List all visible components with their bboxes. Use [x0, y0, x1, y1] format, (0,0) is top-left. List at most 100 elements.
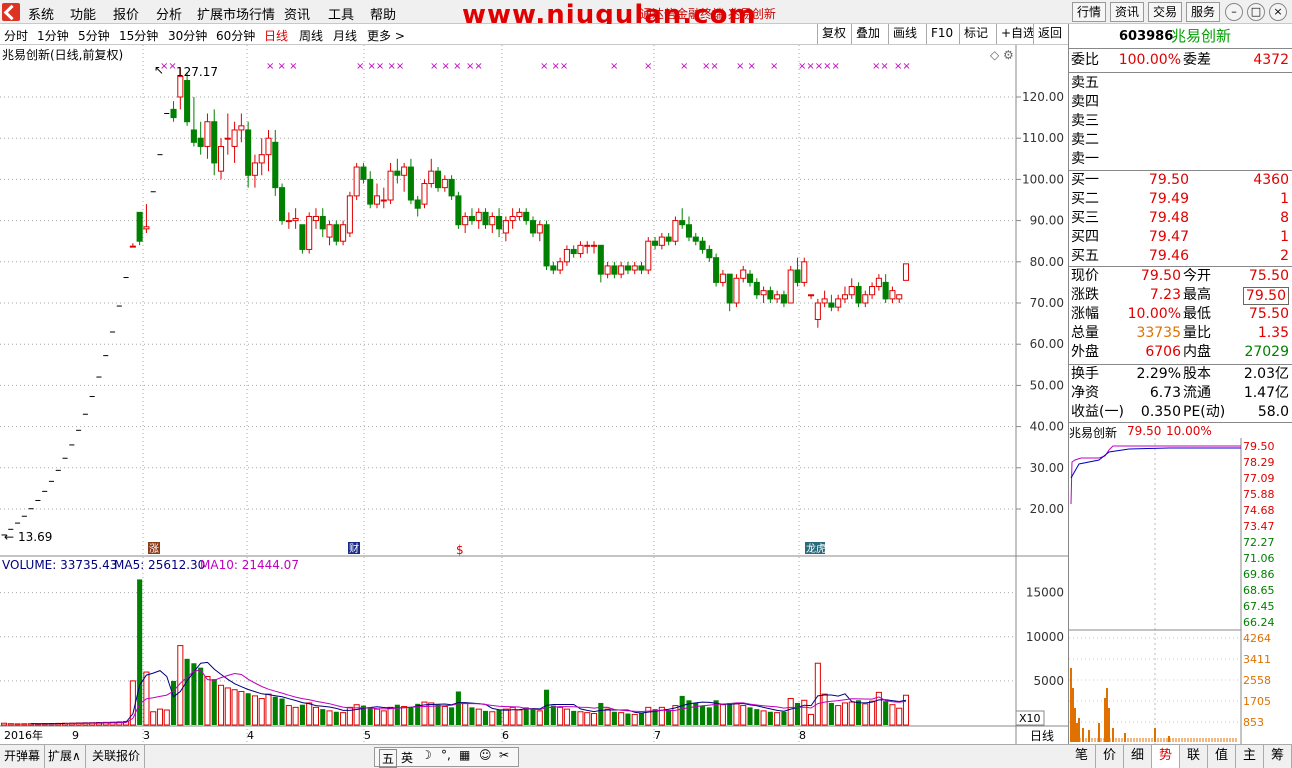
tab-info[interactable]: 资讯 — [1110, 2, 1145, 22]
kline-chart[interactable]: 兆易创新(日线,前复权) ◇ ⚙ 120.00 110.00 100.00 90.00… — [0, 45, 1068, 744]
settings-icon[interactable]: ⚙ — [1003, 48, 1014, 62]
volume-bar — [171, 680, 177, 725]
event-badge-finance-label: 财 — [349, 542, 359, 555]
candle-body — [543, 224, 550, 267]
period-5min[interactable]: 5分钟 — [78, 27, 110, 44]
order-row[interactable]: 卖一 — [1069, 150, 1292, 169]
volume-bar — [699, 705, 706, 725]
order-row[interactable]: 买四 79.47 1 — [1069, 228, 1292, 247]
menu-news[interactable]: 资讯 — [284, 4, 310, 23]
related-quote-button[interactable]: 关联报价 — [88, 745, 146, 768]
candle-body — [407, 166, 414, 201]
price-tick-label: 90.00 — [1030, 214, 1064, 228]
candle-body — [279, 187, 286, 222]
volume-bar — [571, 710, 577, 725]
period-monthly[interactable]: 月线 — [333, 27, 357, 44]
detail-tab[interactable]: 筹 — [1264, 745, 1292, 768]
tab-market[interactable]: 行情 — [1072, 2, 1107, 22]
candle-body — [577, 244, 584, 255]
volume-bar — [760, 710, 767, 726]
ime-mode[interactable]: 五 — [379, 749, 398, 768]
event-markers: ×× × × × × ×× ×× × × × ×× × ×× × × × ×× × × × ××××× ×… — [160, 61, 911, 72]
detail-tab[interactable]: 势 — [1152, 745, 1180, 768]
restore-icon[interactable]: □ — [1247, 3, 1265, 21]
danmaku-button[interactable]: 开弹幕 — [0, 745, 46, 768]
tools-icon[interactable]: ✂ — [499, 748, 509, 762]
diamond-icon[interactable]: ◇ — [990, 48, 1000, 62]
mark-button[interactable]: 标记 — [959, 24, 993, 44]
tab-trade[interactable]: 交易 — [1148, 2, 1183, 22]
detail-tab[interactable]: 联 — [1180, 745, 1208, 768]
quote-panel: 603986 兆易创新 委比 100.00% 委差 4372 卖五 卖四 卖三 卖二卖… — [1068, 24, 1292, 744]
moon-icon[interactable]: ☽ — [421, 748, 432, 762]
period-timeshare[interactable]: 分时 — [4, 27, 28, 44]
candle-body — [584, 244, 591, 247]
user-icon[interactable]: ☺ — [479, 748, 492, 762]
volume-bar — [787, 698, 794, 726]
detail-tab[interactable]: 值 — [1208, 745, 1236, 768]
period-30min[interactable]: 30分钟 — [168, 27, 207, 44]
mini-price-tick: 74.68 — [1243, 504, 1275, 517]
f10-button[interactable]: F10 — [926, 24, 958, 44]
detail-tab[interactable]: 主 — [1236, 745, 1264, 768]
period-15min[interactable]: 15分钟 — [119, 27, 158, 44]
candle-body — [380, 199, 387, 202]
volume-bar — [251, 695, 258, 726]
order-row[interactable]: 买二 79.49 1 — [1069, 190, 1292, 209]
detail-tab[interactable]: 细 — [1124, 745, 1152, 768]
menu-help[interactable]: 帮助 — [370, 4, 396, 23]
menu-system[interactable]: 系统 — [28, 4, 54, 23]
volume-bar — [625, 713, 631, 725]
period-daily[interactable]: 日线 — [264, 27, 288, 44]
ime-lang[interactable]: 英 — [401, 749, 413, 766]
volume-bar — [449, 707, 455, 725]
adjust-button[interactable]: 复权 — [817, 24, 851, 44]
candle-body — [618, 265, 625, 275]
volume-legend-ma10: MA10: 21444.07 — [200, 558, 299, 572]
signal-marker: × × — [736, 61, 756, 72]
detail-tab[interactable]: 价 — [1096, 745, 1124, 768]
candle-body — [862, 294, 869, 304]
menu-analysis[interactable]: 分析 — [156, 4, 182, 23]
period-weekly[interactable]: 周线 — [299, 27, 323, 44]
order-row[interactable]: 卖三 — [1069, 112, 1292, 131]
stock-name: 兆易创新 — [1171, 27, 1232, 45]
tab-service[interactable]: 服务 — [1186, 2, 1221, 22]
minimize-icon[interactable]: – — [1225, 3, 1243, 21]
candle-body — [231, 129, 238, 147]
menu-extended-market[interactable]: 扩展市场行情 — [197, 4, 275, 23]
mini-intraday-chart[interactable]: 79.50 78.29 77.09 75.88 74.68 73.47 72.27 71.06… — [1069, 438, 1292, 744]
order-row[interactable]: 买五 79.46 2 — [1069, 247, 1292, 266]
candle-body — [767, 290, 774, 300]
menu-quote[interactable]: 报价 — [113, 4, 139, 23]
menu-function[interactable]: 功能 — [70, 4, 96, 23]
volume-bar — [767, 711, 773, 725]
order-row[interactable]: 卖二 — [1069, 131, 1292, 150]
signal-marker: ×× — [894, 61, 911, 72]
draw-button[interactable]: 画线 — [888, 24, 922, 44]
punct-icon[interactable]: °, — [441, 748, 451, 762]
order-row[interactable]: 卖五 — [1069, 74, 1292, 93]
period-more[interactable]: 更多 > — [367, 27, 405, 44]
detail-tab[interactable]: 笔 — [1068, 745, 1096, 768]
extend-button[interactable]: 扩展∧ — [44, 745, 86, 768]
candle-body — [421, 183, 428, 205]
candle-body — [685, 224, 693, 238]
menu-tools[interactable]: 工具 — [328, 4, 354, 23]
order-row[interactable]: 买三 79.48 8 — [1069, 209, 1292, 228]
period-60min[interactable]: 60分钟 — [216, 27, 255, 44]
candle-body — [855, 286, 862, 304]
overlay-button[interactable]: 叠加 — [851, 24, 885, 44]
keyboard-icon[interactable]: ▦ — [459, 748, 470, 762]
close-icon[interactable]: × — [1269, 3, 1287, 21]
candle-body — [129, 245, 136, 248]
back-button[interactable]: 返回 — [1033, 24, 1067, 44]
volume-bar — [21, 723, 28, 726]
volume-bar — [326, 710, 333, 726]
period-1min[interactable]: 1分钟 — [37, 27, 69, 44]
order-row[interactable]: 卖四 — [1069, 93, 1292, 112]
volume-bar — [387, 706, 394, 726]
signal-marker: × ×× ×× — [356, 61, 404, 72]
order-row[interactable]: 买一 79.50 4360 — [1069, 171, 1292, 190]
event-badge-dividend[interactable]: $ — [456, 543, 464, 557]
